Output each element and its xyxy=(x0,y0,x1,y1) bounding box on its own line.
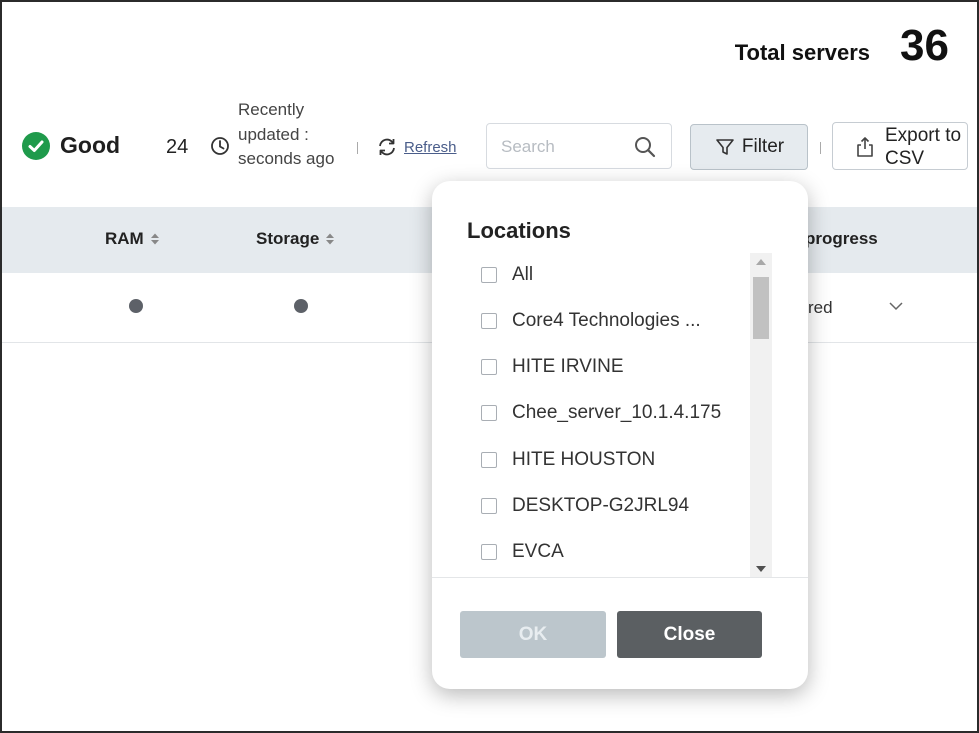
location-option[interactable]: EVCA xyxy=(462,530,762,574)
checkbox[interactable] xyxy=(481,405,497,421)
scroll-up-arrow-icon[interactable] xyxy=(756,259,766,265)
total-servers: Total servers 36 xyxy=(735,24,949,68)
share-export-icon xyxy=(857,137,873,157)
refresh-label: Refresh xyxy=(404,138,457,156)
location-option-all[interactable]: All xyxy=(462,253,762,297)
locations-list: All Core4 Technologies ... HITE IRVINE C… xyxy=(462,253,772,576)
good-status-count: 24 xyxy=(166,136,189,158)
divider xyxy=(432,577,808,578)
popup-title: Locations xyxy=(467,218,571,243)
column-header-storage[interactable]: Storage xyxy=(256,229,335,249)
checkbox[interactable] xyxy=(481,267,497,283)
divider xyxy=(357,142,358,154)
checkbox[interactable] xyxy=(481,498,497,514)
location-option-label: EVCA xyxy=(512,541,564,562)
total-servers-label: Total servers xyxy=(734,40,871,65)
column-header-label: progress xyxy=(805,229,878,248)
chevron-down-icon[interactable] xyxy=(887,299,905,313)
list-scrollbar[interactable] xyxy=(750,253,772,578)
export-label: Export to CSV xyxy=(885,125,962,169)
location-option[interactable]: Chee_server_10.1.4.175 xyxy=(462,391,762,435)
refresh-icon xyxy=(379,138,395,156)
column-header-label: RAM xyxy=(105,229,144,248)
location-option[interactable]: HITE IRVINE xyxy=(462,345,762,389)
app-frame: Total servers 36 Good 24 Recently update… xyxy=(0,0,979,733)
location-option-label: DESKTOP-G2JRL94 xyxy=(512,495,690,516)
location-option-label: HITE IRVINE xyxy=(512,356,624,377)
locations-filter-popup: Locations All Core4 Technologies ... HIT… xyxy=(432,181,808,689)
last-updated-text: Recently updated : seconds ago xyxy=(238,100,335,168)
scrollbar-thumb[interactable] xyxy=(753,277,769,339)
ok-button[interactable]: OK xyxy=(460,611,606,658)
location-option-label: Core4 Technologies ... xyxy=(512,310,701,331)
export-csv-button[interactable]: Export to CSV xyxy=(832,122,968,170)
good-status-label: Good xyxy=(60,132,121,158)
scroll-down-arrow-icon[interactable] xyxy=(756,566,766,572)
column-header-ram[interactable]: RAM xyxy=(105,229,160,249)
ram-status-dot xyxy=(129,299,143,313)
location-option-label: All xyxy=(512,264,534,285)
location-option-label: HITE HOUSTON xyxy=(512,449,656,470)
divider xyxy=(820,142,821,154)
sort-icon xyxy=(326,233,335,245)
location-option[interactable]: Core4 Technologies ... xyxy=(462,299,762,343)
checkbox[interactable] xyxy=(481,359,497,375)
location-option[interactable]: HITE HOUSTON xyxy=(462,438,762,482)
checkbox[interactable] xyxy=(481,313,497,329)
search-input[interactable] xyxy=(501,136,631,158)
column-header-label: Storage xyxy=(256,229,320,248)
clock-icon xyxy=(211,137,229,155)
close-button[interactable]: Close xyxy=(617,611,762,658)
column-header-progress[interactable]: progress xyxy=(805,229,878,249)
progress-status-text: red xyxy=(808,298,833,317)
check-circle-icon xyxy=(22,132,50,160)
search-icon[interactable] xyxy=(633,135,657,159)
storage-status-dot xyxy=(294,299,308,313)
checkbox[interactable] xyxy=(481,544,497,560)
checkbox[interactable] xyxy=(481,452,497,468)
sort-icon xyxy=(150,233,159,245)
filter-icon xyxy=(716,139,734,155)
location-option-label: Chee_server_10.1.4.175 xyxy=(512,402,722,423)
location-option[interactable]: DESKTOP-G2JRL94 xyxy=(462,484,762,528)
total-servers-count: 36 xyxy=(900,21,949,70)
search-box xyxy=(486,123,672,169)
refresh-link[interactable]: Refresh xyxy=(376,136,457,158)
filter-button[interactable]: Filter xyxy=(690,124,808,170)
filter-label: Filter xyxy=(741,136,785,157)
